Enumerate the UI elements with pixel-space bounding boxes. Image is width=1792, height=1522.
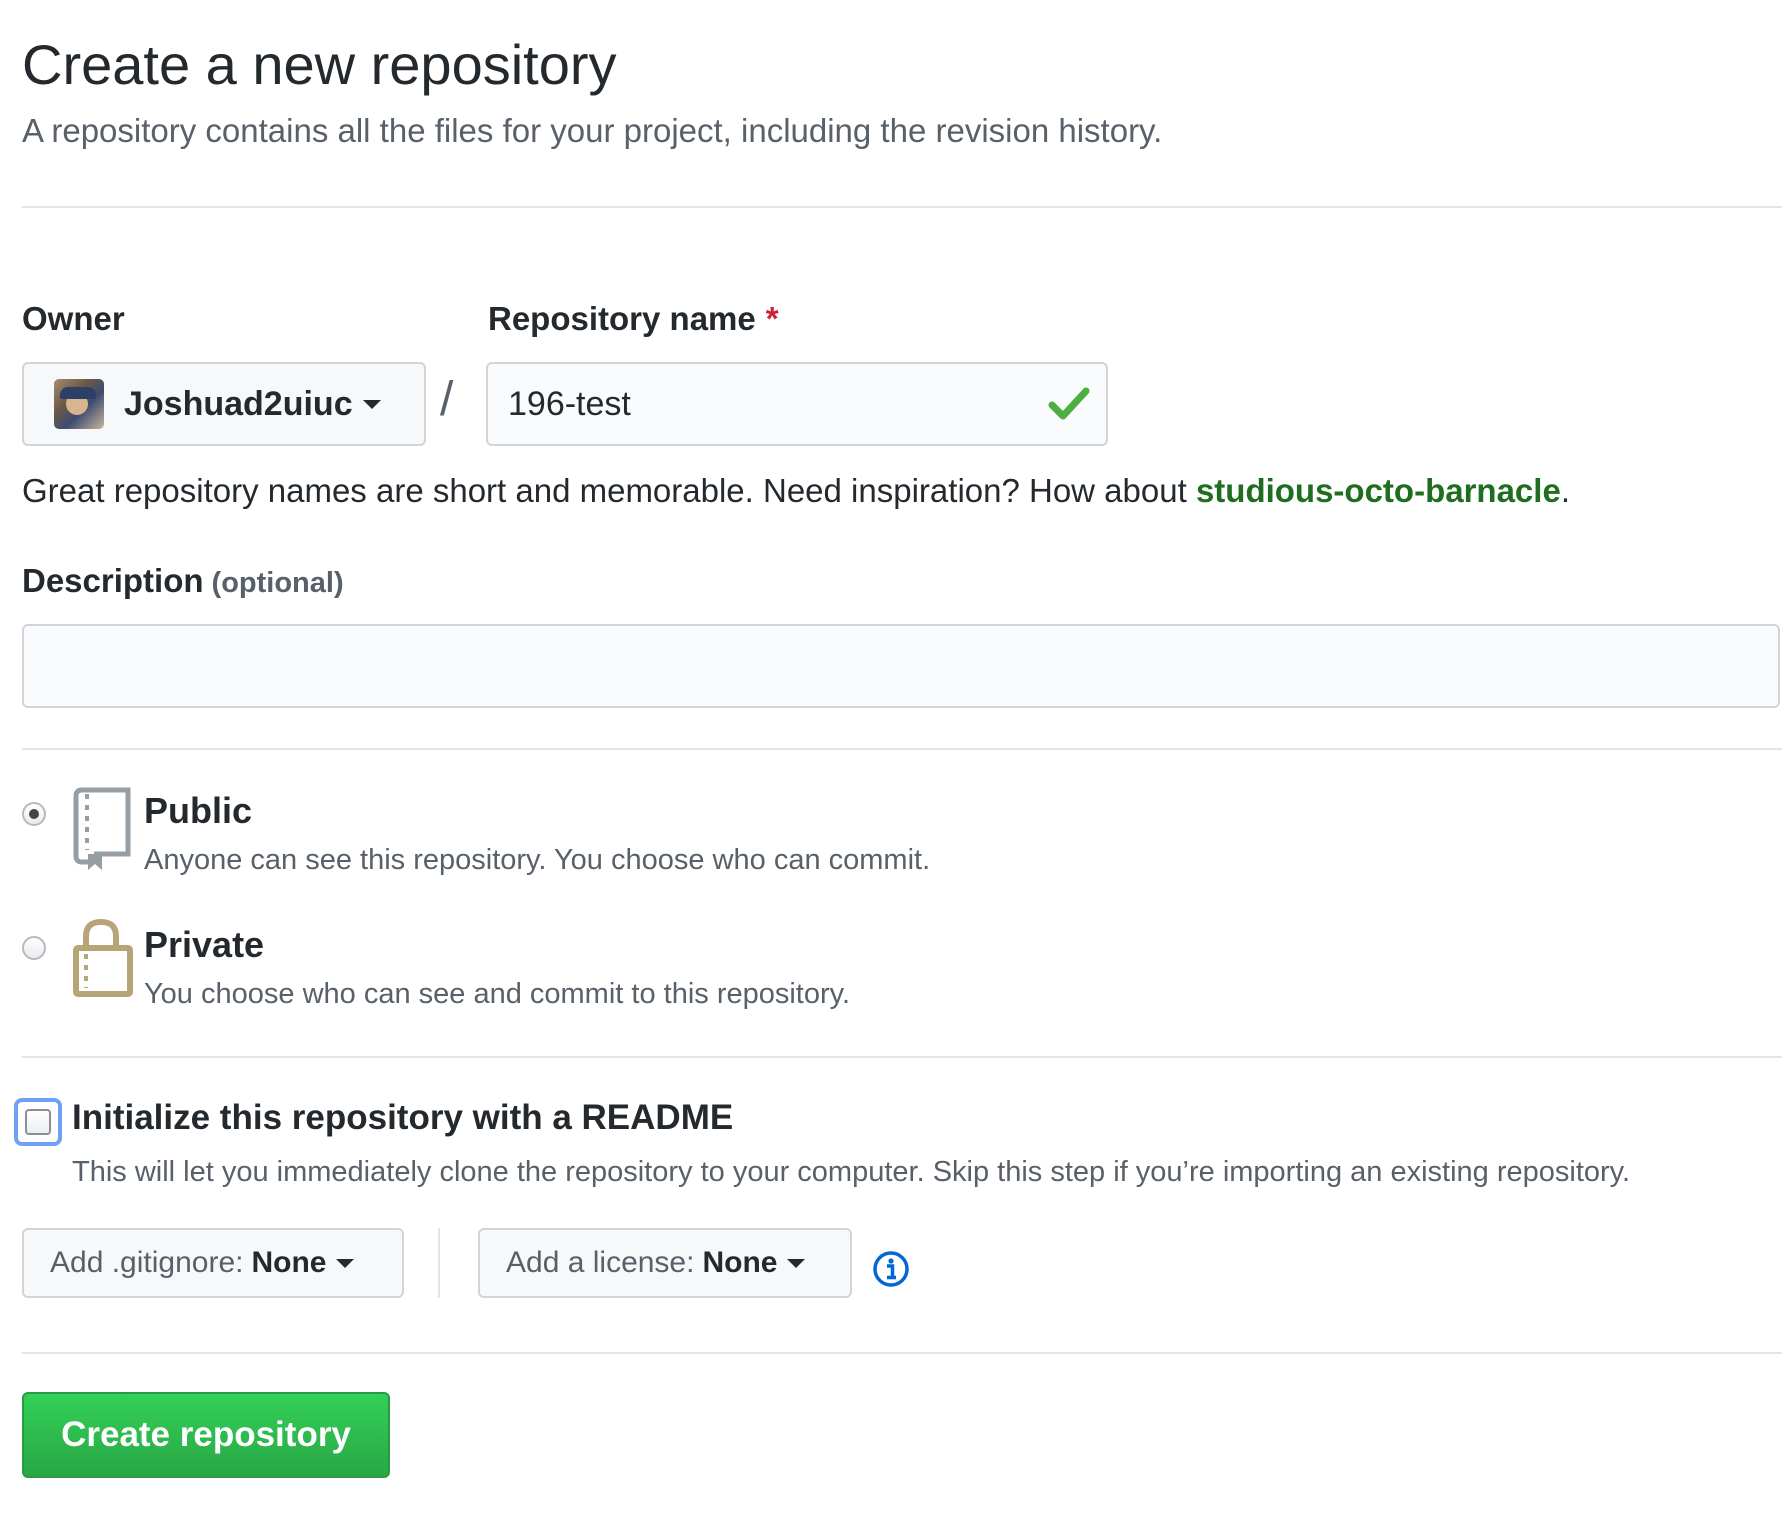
repo-icon: [73, 787, 131, 870]
info-icon[interactable]: [872, 1250, 910, 1288]
owner-repo-separator: /: [440, 373, 454, 426]
create-repo-page: Create a new repository A repository con…: [0, 0, 1792, 1522]
dropdown-separator: [438, 1228, 440, 1298]
repo-name-label-text: Repository name: [488, 300, 756, 337]
avatar: [54, 379, 104, 429]
gitignore-value: None: [251, 1246, 327, 1279]
divider: [22, 748, 1782, 750]
readme-checkbox-label[interactable]: Initialize this repository with a README: [72, 1098, 733, 1138]
divider: [22, 1352, 1782, 1354]
divider: [22, 206, 1782, 208]
public-radio[interactable]: [22, 802, 46, 826]
name-suggestion-link[interactable]: studious-octo-barnacle: [1196, 472, 1561, 509]
readme-checkbox[interactable]: [14, 1098, 62, 1146]
description-input[interactable]: [22, 624, 1780, 708]
create-repository-button[interactable]: Create repository: [22, 1392, 390, 1478]
private-desc: You choose who can see and commit to thi…: [144, 978, 851, 1010]
repo-name-hint: Great repository names are short and mem…: [22, 472, 1570, 510]
public-title: Public: [144, 790, 253, 831]
license-value: None: [702, 1246, 778, 1279]
license-dropdown[interactable]: Add a license: None: [478, 1228, 852, 1298]
private-radio[interactable]: [22, 936, 46, 960]
lock-icon: [73, 918, 133, 997]
license-label: Add a license:: [506, 1246, 695, 1279]
owner-select[interactable]: Joshuad2uiuc: [22, 362, 426, 446]
chevron-down-icon: [336, 1258, 355, 1268]
repo-name-label: Repository name *: [488, 300, 779, 338]
page-title: Create a new repository: [22, 33, 617, 96]
gitignore-dropdown[interactable]: Add .gitignore: None: [22, 1228, 404, 1298]
chevron-down-icon: [362, 399, 381, 409]
owner-label: Owner: [22, 300, 125, 337]
private-title: Private: [144, 924, 265, 965]
description-label: Description (optional): [22, 562, 344, 600]
required-mark: *: [765, 300, 779, 337]
page-subtitle: A repository contains all the files for …: [22, 112, 1163, 149]
hint-text: Great repository names are short and mem…: [22, 472, 1196, 509]
gitignore-label: Add .gitignore:: [50, 1246, 244, 1279]
chevron-down-icon: [787, 1258, 806, 1268]
public-desc: Anyone can see this repository. You choo…: [144, 844, 931, 876]
readme-description: This will let you immediately clone the …: [72, 1156, 1631, 1188]
owner-name: Joshuad2uiuc: [124, 384, 353, 423]
optional-note: (optional): [211, 567, 344, 599]
divider: [22, 1056, 1782, 1058]
hint-end: .: [1560, 472, 1570, 509]
repo-name-input[interactable]: [486, 362, 1108, 446]
check-icon: [1048, 387, 1090, 420]
checkbox-box: [25, 1109, 51, 1135]
description-label-text: Description: [22, 562, 204, 599]
